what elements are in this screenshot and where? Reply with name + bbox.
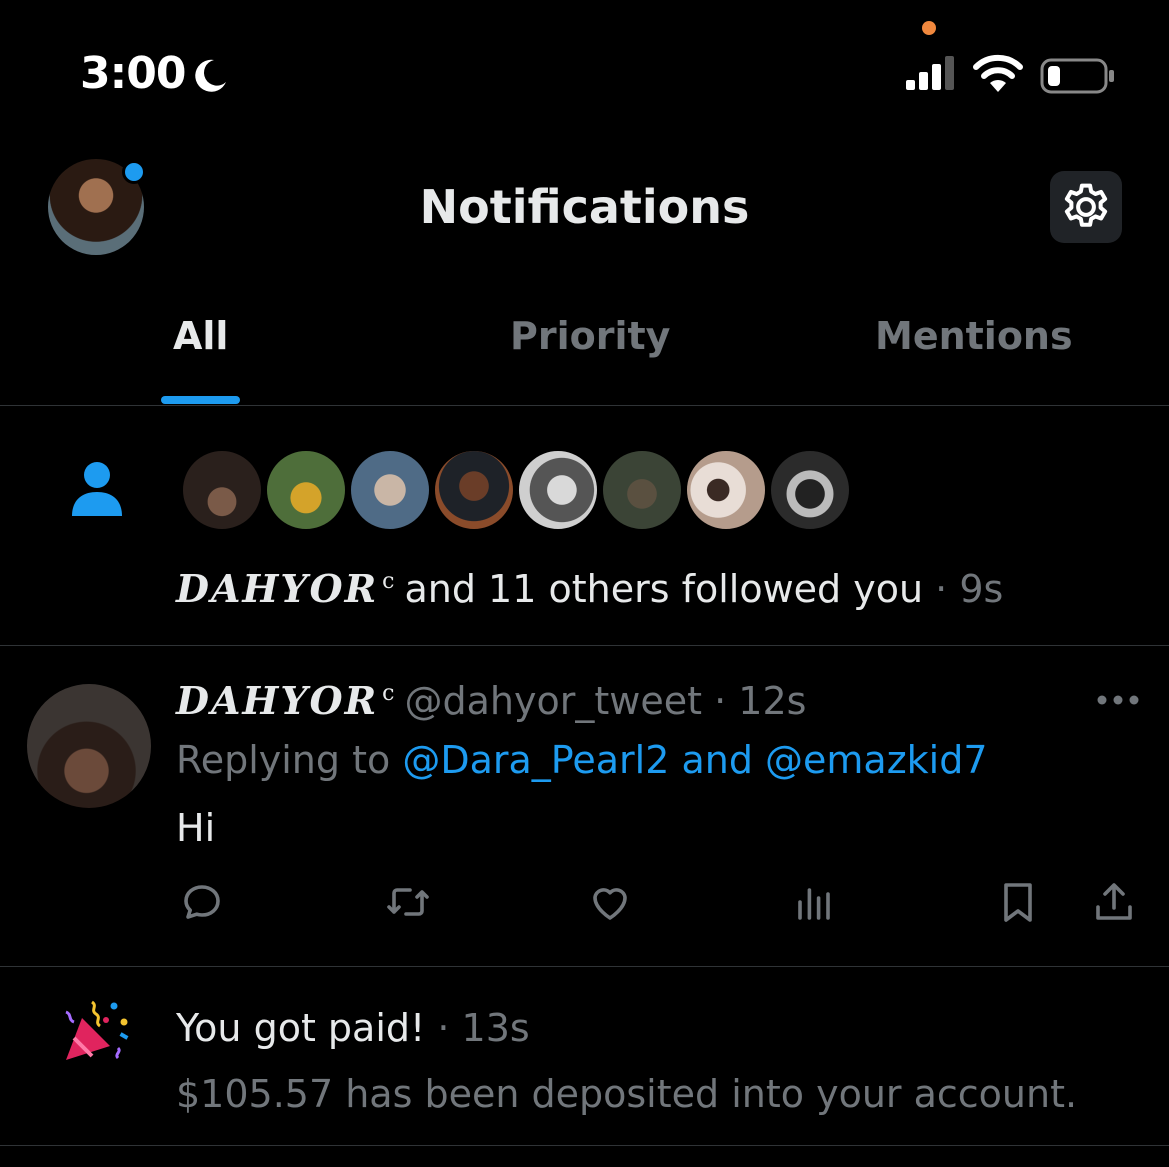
follower-name-suffix: c [382,569,395,594]
views-button[interactable] [790,878,838,926]
retweet-icon [387,888,429,916]
settings-button[interactable] [1050,171,1122,243]
like-icon [593,888,627,920]
status-time: 3:00 [80,48,186,99]
follower-avatar[interactable] [432,448,516,532]
wifi-icon [973,54,1023,92]
follower-avatar[interactable] [264,448,348,532]
follow-time: 9s [959,567,1004,611]
retweet-button[interactable] [384,878,432,926]
more-icon[interactable] [1096,692,1140,708]
bookmark-icon [1004,883,1032,922]
divider [0,966,1169,967]
share-icon [1096,883,1132,920]
paid-title-text: You got paid! [176,1006,426,1050]
divider [0,1145,1169,1146]
reply-button[interactable] [178,878,226,926]
divider [0,645,1169,646]
tweet-author-avatar[interactable] [27,684,151,808]
settings-gear-icon [1064,183,1108,227]
separator: · [437,1006,450,1050]
paid-notification-title[interactable]: You got paid! · 13s [176,1006,530,1050]
tweet-body[interactable]: Hi [176,806,215,850]
follower-name[interactable]: DAHYOR [176,566,378,611]
signal-icon [906,56,954,90]
tweet-author-name[interactable]: DAHYOR [176,678,378,723]
divider [0,405,1169,406]
active-tab-indicator [161,396,240,404]
battery-icon [1040,58,1114,94]
tweet-author-name-suffix: c [382,681,395,706]
follow-notification-text[interactable]: DAHYOR c and 11 others followed you · 9s [176,566,1003,611]
tab-priority[interactable]: Priority [510,314,670,358]
separator: · [714,679,727,723]
moon-icon [195,59,226,92]
replying-to-line: Replying to @Dara_Pearl2 and @emazkid7 [176,738,988,782]
follower-avatar[interactable] [516,448,600,532]
follower-avatar[interactable] [348,448,432,532]
paid-notification-body: $105.57 has been deposited into your acc… [176,1072,1078,1116]
person-icon [72,462,122,516]
bookmark-button[interactable] [994,878,1042,926]
notifications-screen: 3:00 Notifications All Priority Mentions [0,0,1169,1167]
share-button[interactable] [1090,878,1138,926]
follower-avatar[interactable] [768,448,852,532]
reply-icon [184,885,220,919]
tab-mentions[interactable]: Mentions [875,314,1073,358]
paid-time: 13s [461,1006,530,1050]
follower-avatar[interactable] [684,448,768,532]
party-popper-icon [65,1000,129,1060]
replying-to-users[interactable]: @Dara_Pearl2 and @emazkid7 [402,738,987,782]
tweet-author-handle[interactable]: @dahyor_tweet [404,679,702,723]
tweet-header: DAHYOR c @dahyor_tweet · 12s [176,678,806,723]
privacy-indicator-dot [922,21,936,35]
replying-to-label: Replying to [176,738,391,782]
tweet-time: 12s [738,679,807,723]
follower-avatar[interactable] [600,448,684,532]
follower-avatar[interactable] [180,448,264,532]
views-icon [798,888,830,920]
tab-all[interactable]: All [173,314,228,358]
separator: · [935,567,948,611]
page-title: Notifications [419,180,750,234]
follow-message: and 11 others followed you [404,567,924,611]
like-button[interactable] [586,878,634,926]
